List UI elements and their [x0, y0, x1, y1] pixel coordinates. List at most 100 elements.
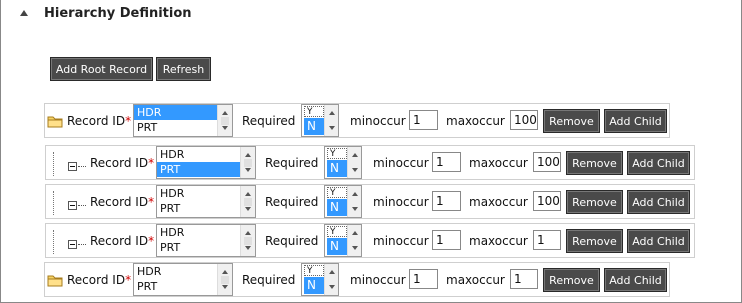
minoccur-input[interactable]: 1: [432, 191, 461, 211]
required-option-n[interactable]: N: [304, 277, 324, 294]
required-option-n[interactable]: N: [327, 199, 347, 216]
scroll-down-arrow-icon[interactable]: [222, 285, 228, 289]
listbox-scrollbar[interactable]: [240, 225, 255, 256]
record-id-listbox[interactable]: HDR PRT: [133, 263, 233, 296]
yn-scrollbar[interactable]: [347, 147, 361, 178]
minoccur-label: minoccur: [373, 195, 429, 209]
minoccur-input[interactable]: 1: [409, 110, 438, 130]
required-option-y[interactable]: Y: [327, 148, 347, 159]
scroll-up-arrow-icon[interactable]: [329, 111, 335, 115]
minoccur-input[interactable]: 1: [432, 152, 461, 172]
scroll-up-arrow-icon[interactable]: [222, 111, 228, 115]
collapse-triangle-icon[interactable]: [18, 7, 30, 19]
required-asterisk: *: [148, 234, 155, 248]
minoccur-label: minoccur: [373, 156, 429, 170]
required-option-y[interactable]: Y: [304, 106, 324, 117]
listbox-scrollbar[interactable]: [217, 264, 232, 295]
scroll-up-arrow-icon[interactable]: [245, 192, 251, 196]
maxoccur-label: maxoccur: [469, 234, 528, 248]
add-child-button[interactable]: Add Child: [627, 151, 690, 175]
scroll-thumb[interactable]: [221, 117, 229, 125]
scroll-thumb[interactable]: [244, 159, 252, 167]
yn-scrollbar[interactable]: [324, 105, 338, 136]
maxoccur-input[interactable]: 100: [533, 152, 561, 172]
maxoccur-label: maxoccur: [469, 195, 528, 209]
required-option-n[interactable]: N: [327, 238, 347, 255]
yn-scrollbar[interactable]: [324, 264, 338, 295]
remove-button[interactable]: Remove: [566, 151, 623, 175]
required-option-n[interactable]: N: [327, 160, 347, 177]
listbox-scrollbar[interactable]: [240, 186, 255, 217]
scroll-up-arrow-icon[interactable]: [352, 153, 358, 157]
listbox-scrollbar[interactable]: [217, 105, 232, 136]
scroll-down-arrow-icon[interactable]: [329, 126, 335, 130]
scroll-up-arrow-icon[interactable]: [352, 192, 358, 196]
required-label: Required: [265, 234, 319, 248]
minoccur-label: minoccur: [350, 114, 406, 128]
add-child-button[interactable]: Add Child: [604, 268, 667, 292]
maxoccur-input[interactable]: 100: [510, 110, 538, 130]
collapse-node-icon[interactable]: [68, 201, 77, 210]
scroll-down-arrow-icon[interactable]: [245, 168, 251, 172]
required-yn-select[interactable]: YN: [324, 146, 362, 179]
scroll-up-arrow-icon[interactable]: [245, 231, 251, 235]
maxoccur-label: maxoccur: [446, 114, 505, 128]
scroll-down-arrow-icon[interactable]: [352, 207, 358, 211]
scroll-down-arrow-icon[interactable]: [352, 246, 358, 250]
maxoccur-label: maxoccur: [446, 273, 505, 287]
maxoccur-input[interactable]: 1: [533, 230, 561, 250]
scroll-down-arrow-icon[interactable]: [245, 246, 251, 250]
required-label: Required: [265, 156, 319, 170]
add-child-button[interactable]: Add Child: [604, 109, 667, 133]
add-child-button[interactable]: Add Child: [627, 190, 690, 214]
required-asterisk: *: [148, 156, 155, 170]
scroll-up-arrow-icon[interactable]: [245, 153, 251, 157]
scroll-down-arrow-icon[interactable]: [352, 168, 358, 172]
collapse-node-icon[interactable]: [68, 240, 77, 249]
scroll-thumb[interactable]: [244, 237, 252, 245]
required-option-y[interactable]: Y: [327, 187, 347, 198]
collapse-node-icon[interactable]: [68, 162, 77, 171]
scroll-up-arrow-icon[interactable]: [329, 270, 335, 274]
tree-connector-line: [53, 191, 54, 215]
record-id-listbox[interactable]: HDR PRT: [156, 224, 256, 257]
record-id-listbox[interactable]: HDR PRT: [156, 185, 256, 218]
required-yn-select[interactable]: YN: [324, 224, 362, 257]
maxoccur-input[interactable]: 100: [533, 191, 561, 211]
required-yn-select[interactable]: YN: [324, 185, 362, 218]
required-option-y[interactable]: Y: [304, 265, 324, 276]
refresh-button[interactable]: Refresh: [156, 57, 211, 81]
remove-button[interactable]: Remove: [566, 229, 623, 253]
scroll-down-arrow-icon[interactable]: [222, 126, 228, 130]
folder-icon: [47, 115, 63, 131]
add-root-record-button[interactable]: Add Root Record: [50, 57, 153, 81]
tree-connector-dots: [78, 166, 86, 167]
record-id-listbox[interactable]: HDR PRT: [156, 146, 256, 179]
scroll-up-arrow-icon[interactable]: [352, 231, 358, 235]
minoccur-input[interactable]: 1: [432, 230, 461, 250]
record-id-listbox[interactable]: HDR PRT: [133, 104, 233, 137]
child-record-row: Record ID* HDR PRT Required Y Nminoccur 1 maxoc…: [45, 184, 695, 219]
yn-scrollbar[interactable]: [347, 225, 361, 256]
scroll-up-arrow-icon[interactable]: [222, 270, 228, 274]
required-option-n[interactable]: N: [304, 118, 324, 135]
minoccur-input[interactable]: 1: [409, 269, 438, 289]
yn-scrollbar[interactable]: [347, 186, 361, 217]
required-asterisk: *: [125, 114, 132, 128]
scroll-thumb[interactable]: [221, 276, 229, 284]
record-id-label: Record ID*: [90, 156, 155, 170]
scroll-thumb[interactable]: [244, 198, 252, 206]
remove-button[interactable]: Remove: [543, 268, 600, 292]
required-asterisk: *: [148, 195, 155, 209]
required-yn-select[interactable]: YN: [301, 263, 339, 296]
remove-button[interactable]: Remove: [543, 109, 600, 133]
listbox-scrollbar[interactable]: [240, 147, 255, 178]
required-option-y[interactable]: Y: [327, 226, 347, 237]
scroll-down-arrow-icon[interactable]: [329, 285, 335, 289]
add-child-button[interactable]: Add Child: [627, 229, 690, 253]
required-label: Required: [242, 273, 296, 287]
maxoccur-input[interactable]: 1: [510, 269, 538, 289]
remove-button[interactable]: Remove: [566, 190, 623, 214]
required-yn-select[interactable]: YN: [301, 104, 339, 137]
scroll-down-arrow-icon[interactable]: [245, 207, 251, 211]
